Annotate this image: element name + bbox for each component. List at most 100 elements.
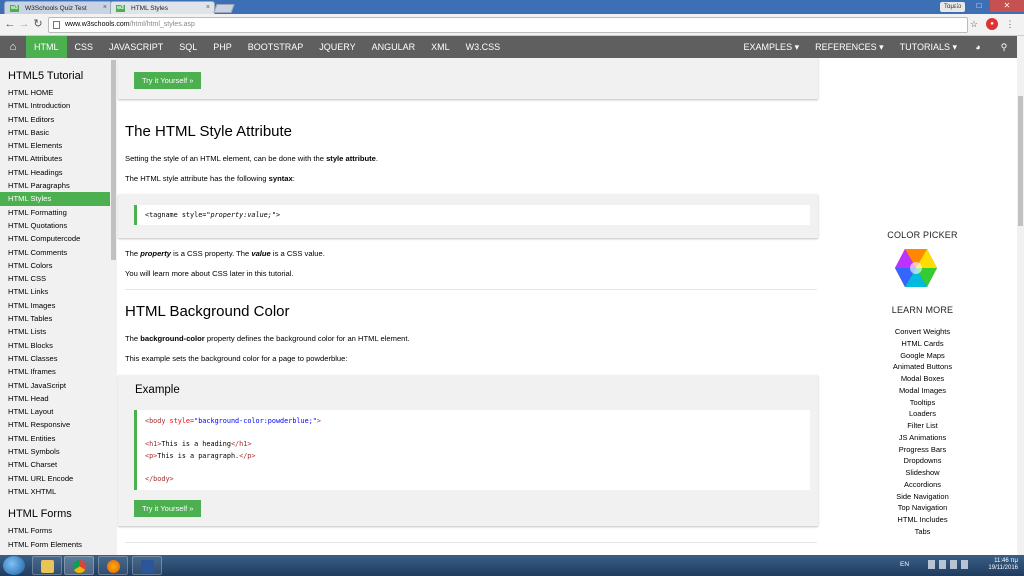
taskbar-chrome[interactable] [64, 556, 94, 575]
nav-examples[interactable]: EXAMPLES ▾ [736, 36, 808, 58]
sidebar-link[interactable]: HTML Layout [0, 405, 110, 418]
nav-bootstrap[interactable]: BOOTSTRAP [240, 36, 312, 58]
try-it-yourself-button[interactable]: Try it Yourself » [134, 72, 202, 89]
nav-angular[interactable]: ANGULAR [364, 36, 424, 58]
sidebar-link[interactable]: HTML Paragraphs [0, 179, 110, 192]
forward-arrow-icon[interactable]: → [17, 17, 31, 31]
sidebar-scrollbar[interactable] [110, 58, 117, 555]
sidebar-link[interactable]: HTML Quotations [0, 219, 110, 232]
nav-css[interactable]: CSS [67, 36, 102, 58]
sidebar-link[interactable]: HTML Charset [0, 458, 110, 471]
sidebar-link[interactable]: HTML Links [0, 285, 110, 298]
sidebar-link[interactable]: HTML Attributes [0, 152, 110, 165]
tab-html-styles[interactable]: w3 HTML Styles × [110, 1, 215, 14]
start-button[interactable] [3, 556, 25, 575]
learn-more-link[interactable]: JS Animations [828, 433, 1017, 442]
nav-tutorials[interactable]: TUTORIALS ▾ [892, 36, 965, 58]
sidebar-link[interactable]: HTML Head [0, 392, 110, 405]
sidebar-link[interactable]: HTML Images [0, 299, 110, 312]
learn-more-link[interactable]: Tooltips [828, 398, 1017, 407]
taskbar-word[interactable] [132, 556, 162, 575]
scrollbar-thumb[interactable] [1018, 96, 1023, 226]
tray-volume-icon[interactable] [950, 560, 957, 569]
sidebar-link[interactable]: HTML Iframes [0, 365, 110, 378]
maximize-icon[interactable]: □ [968, 0, 990, 12]
learn-more-link[interactable]: Top Navigation [828, 503, 1017, 512]
learn-more-link[interactable]: Accordions [828, 480, 1017, 489]
sidebar-link[interactable]: HTML Symbols [0, 445, 110, 458]
sidebar-link[interactable]: HTML Forms [0, 524, 110, 537]
nav-javascript[interactable]: JAVASCRIPT [101, 36, 171, 58]
learn-more-link[interactable]: HTML Includes [828, 515, 1017, 524]
scrollbar-thumb[interactable] [111, 60, 116, 260]
sidebar-link[interactable]: HTML HOME [0, 86, 110, 99]
sidebar-link[interactable]: HTML Computercode [0, 232, 110, 245]
sidebar-link[interactable]: HTML Entities [0, 432, 110, 445]
minimize-icon[interactable]: – [946, 0, 968, 12]
sidebar-link[interactable]: HTML URL Encode [0, 472, 110, 485]
learn-more-link[interactable]: Modal Boxes [828, 374, 1017, 383]
new-tab-button[interactable] [213, 4, 235, 13]
back-arrow-icon[interactable]: ← [3, 17, 17, 31]
sidebar-link[interactable]: HTML Form Elements [0, 538, 110, 551]
window-close-icon[interactable]: ✕ [990, 0, 1024, 12]
sidebar-link[interactable]: HTML Introduction [0, 99, 110, 112]
nav-jquery[interactable]: JQUERY [311, 36, 363, 58]
learn-more-link[interactable]: Loaders [828, 409, 1017, 418]
learn-more-link[interactable]: Convert Weights [828, 327, 1017, 336]
nav-w3css[interactable]: W3.CSS [458, 36, 509, 58]
sidebar-link[interactable]: HTML Blocks [0, 339, 110, 352]
sidebar-link[interactable]: HTML Colors [0, 259, 110, 272]
tray-flag-icon[interactable] [928, 560, 935, 569]
learn-more-link[interactable]: Progress Bars [828, 445, 1017, 454]
learn-more-link[interactable]: Side Navigation [828, 492, 1017, 501]
try-it-yourself-button[interactable]: Try it Yourself » [134, 500, 202, 517]
taskbar-explorer[interactable] [32, 556, 62, 575]
sidebar-link[interactable]: HTML Headings [0, 166, 110, 179]
taskbar-firefox[interactable] [98, 556, 128, 575]
learn-more-link[interactable]: Dropdowns [828, 456, 1017, 465]
tab-quiz-test[interactable]: w3 W3Schools Quiz Test × [4, 1, 112, 14]
learn-more-link[interactable]: HTML Cards [828, 339, 1017, 348]
sidebar-link[interactable]: HTML Formatting [0, 206, 110, 219]
sidebar-link[interactable]: HTML Classes [0, 352, 110, 365]
search-icon[interactable]: ⚲ [991, 36, 1017, 58]
nav-sql[interactable]: SQL [171, 36, 205, 58]
menu-icon[interactable]: ⋮ [1004, 18, 1016, 30]
sidebar-link[interactable]: HTML XHTML [0, 485, 110, 498]
close-icon[interactable]: × [206, 4, 210, 11]
bookmark-star-icon[interactable]: ☆ [968, 18, 980, 30]
language-indicator[interactable]: EN [900, 561, 909, 568]
learn-more-link[interactable]: Google Maps [828, 351, 1017, 360]
reload-icon[interactable]: ↻ [31, 17, 45, 31]
sidebar-link[interactable]: HTML Comments [0, 246, 110, 259]
nav-references[interactable]: REFERENCES ▾ [807, 36, 892, 58]
clock[interactable]: 11:46 πμ 19/11/2016 [988, 558, 1018, 572]
learn-more-link[interactable]: Filter List [828, 421, 1017, 430]
tray-network-icon[interactable] [939, 560, 946, 569]
sidebar-link[interactable]: HTML Elements [0, 139, 110, 152]
url-input[interactable]: www.w3schools.com/html/html_styles.asp [48, 17, 968, 33]
color-picker-hexagon-icon[interactable] [894, 248, 938, 288]
globe-icon[interactable]: ◕ [965, 36, 991, 58]
learn-more-link[interactable]: Slideshow [828, 468, 1017, 477]
sidebar-link[interactable]: HTML CSS [0, 272, 110, 285]
sidebar-link[interactable]: HTML JavaScript [0, 379, 110, 392]
sidebar-link[interactable]: HTML Responsive [0, 418, 110, 431]
learn-more-link[interactable]: Modal Images [828, 386, 1017, 395]
sidebar-link[interactable]: HTML Lists [0, 325, 110, 338]
learn-more-link[interactable]: Tabs [828, 527, 1017, 536]
sidebar-link[interactable]: HTML Styles [0, 192, 110, 206]
nav-xml[interactable]: XML [423, 36, 458, 58]
nav-php[interactable]: PHP [205, 36, 240, 58]
learn-more-link[interactable]: Animated Buttons [828, 362, 1017, 371]
sidebar-link[interactable]: HTML Editors [0, 113, 110, 126]
close-icon[interactable]: × [103, 4, 107, 11]
sidebar-link[interactable]: HTML Basic [0, 126, 110, 139]
extension-icon[interactable]: ● [986, 18, 998, 30]
page-scrollbar[interactable] [1017, 36, 1024, 555]
home-icon[interactable]: ⌂ [0, 36, 26, 58]
tray-power-icon[interactable] [961, 560, 968, 569]
sidebar-link[interactable]: HTML Tables [0, 312, 110, 325]
nav-html[interactable]: HTML [26, 36, 67, 58]
